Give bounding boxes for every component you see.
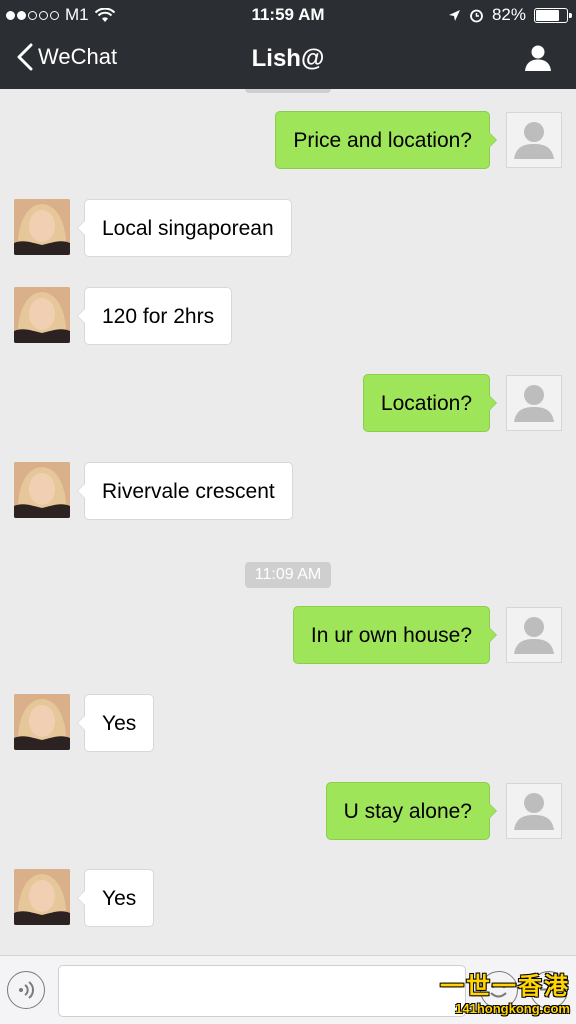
message-text-field[interactable] [58, 965, 466, 1017]
my-avatar[interactable] [506, 112, 562, 168]
person-icon [525, 45, 551, 71]
default-avatar-icon [514, 385, 554, 422]
default-avatar-icon [514, 793, 554, 830]
contact-photo [14, 869, 70, 925]
battery-percent: 82% [491, 5, 526, 24]
navigation-bar: WeChat Lish@ [0, 30, 576, 89]
incoming-message-bubble[interactable]: 120 for 2hrs [76, 287, 233, 345]
chat-info-button[interactable] [524, 44, 552, 77]
message-timestamp: 11:09 AM [245, 562, 331, 588]
contact-avatar[interactable] [14, 287, 70, 343]
default-avatar-icon [514, 617, 554, 654]
outgoing-message-bubble[interactable]: In ur own house? [292, 606, 498, 664]
status-right: 82% [448, 5, 572, 25]
chat-message-list[interactable]: Price and location? Local singaporean 12… [0, 89, 576, 955]
voice-icon [19, 981, 34, 999]
contact-avatar[interactable] [14, 869, 70, 925]
watermark-main-text: 一世一香港 [440, 973, 570, 1000]
location-arrow-icon [448, 9, 460, 21]
alarm-clock-icon [470, 9, 483, 22]
contact-avatar[interactable] [14, 694, 70, 750]
status-bar: M1 11:59 AM 82% [0, 0, 576, 30]
my-avatar[interactable] [506, 607, 562, 663]
outgoing-message-bubble[interactable]: Price and location? [275, 111, 497, 169]
voice-input-button[interactable] [7, 971, 45, 1009]
contact-avatar[interactable] [14, 462, 70, 518]
incoming-message-bubble[interactable]: Yes [76, 694, 155, 752]
message-input-bar: 一世一香港 141hongkong.com [0, 955, 576, 1024]
contact-photo [14, 694, 70, 750]
default-avatar-icon [514, 122, 554, 159]
incoming-message-bubble[interactable]: Yes [76, 869, 155, 927]
incoming-message-bubble[interactable]: Local singaporean [77, 199, 292, 257]
timestamp-partial [245, 89, 331, 93]
contact-photo [14, 462, 70, 518]
my-avatar[interactable] [506, 783, 562, 839]
outgoing-message-bubble[interactable]: Location? [362, 374, 498, 432]
watermark-logo: 一世一香港 141hongkong.com [440, 966, 570, 1016]
contact-photo [14, 199, 70, 255]
contact-avatar[interactable] [14, 199, 70, 255]
my-avatar[interactable] [506, 375, 562, 431]
contact-photo [14, 287, 70, 343]
incoming-message-bubble[interactable]: Rivervale crescent [77, 462, 293, 520]
watermark-site-text: 141hongkong.com [455, 1001, 570, 1016]
battery-icon [534, 7, 572, 23]
outgoing-message-bubble[interactable]: U stay alone? [325, 782, 498, 840]
chat-title: Lish@ [251, 45, 325, 72]
